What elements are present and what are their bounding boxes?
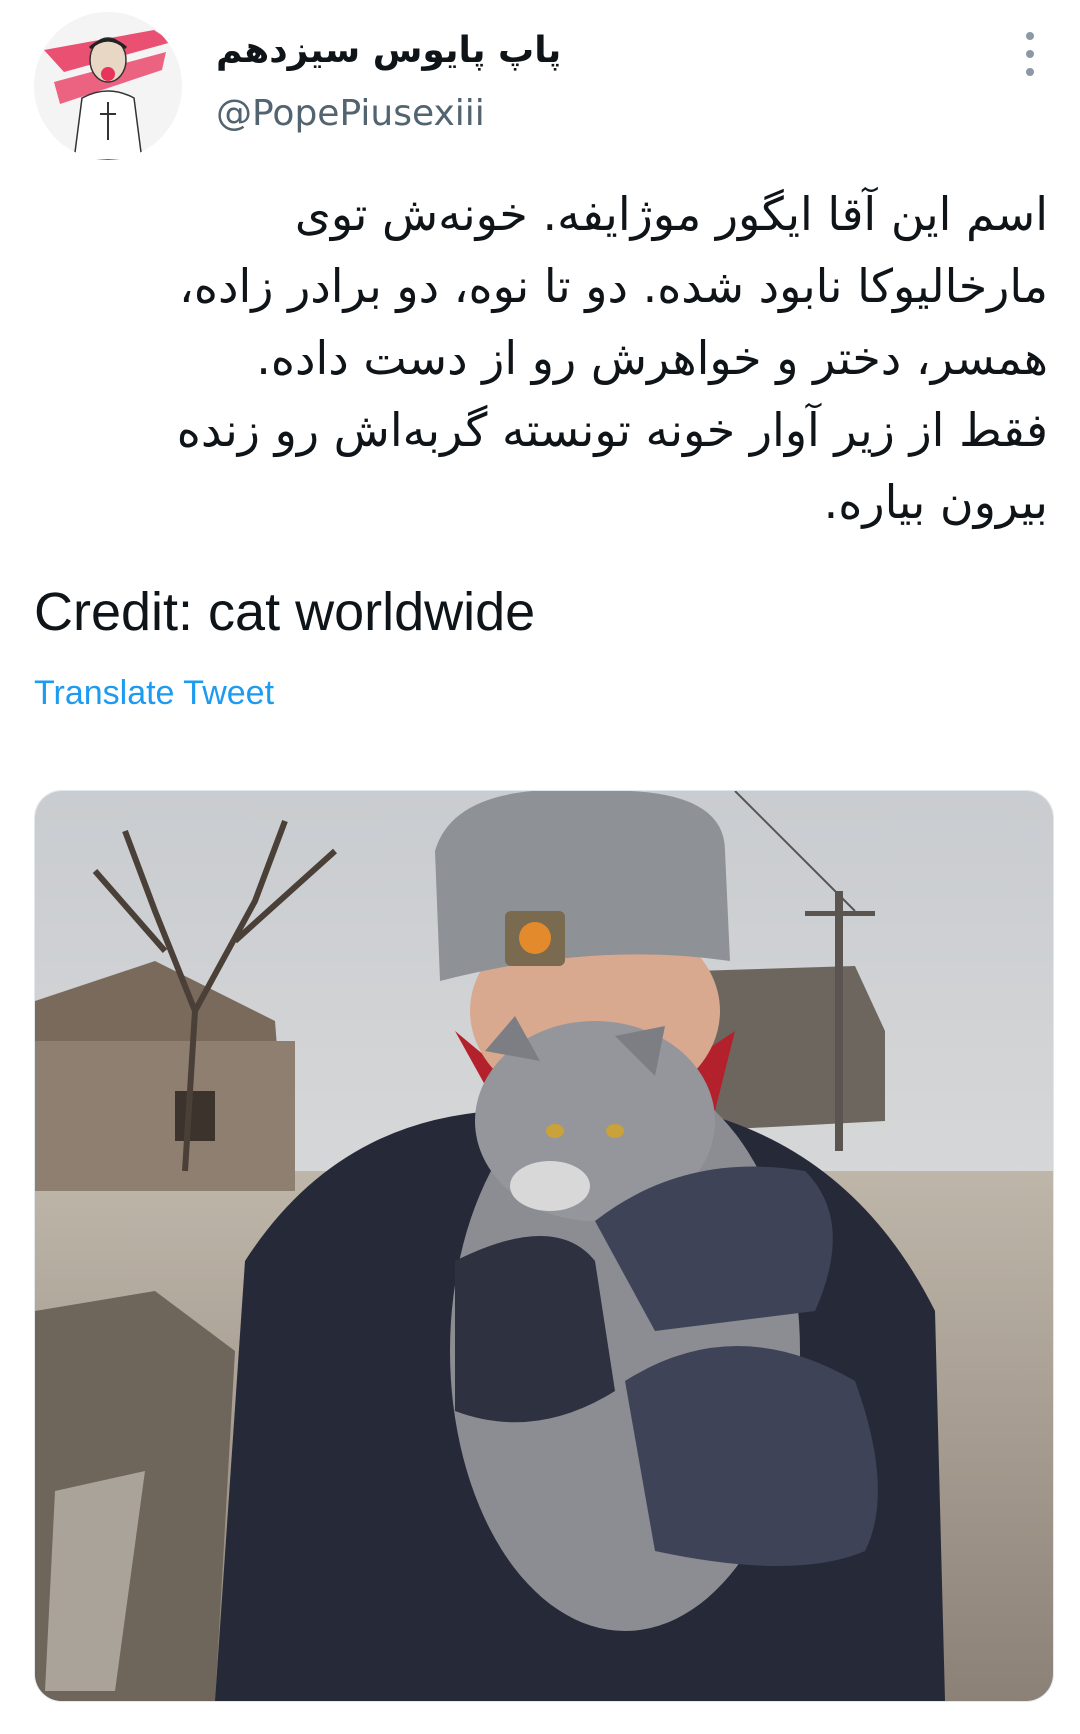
photo-man-holding-cat	[35, 791, 1053, 1701]
tweet-photo[interactable]	[34, 790, 1054, 1702]
tweet-text-line: فقط از زیر آوار خونه تونسته گربه‌اش رو ز…	[176, 403, 1048, 457]
user-handle[interactable]: @PopePiusexiii	[216, 92, 485, 136]
tweet-credit-line: Credit: cat worldwide	[34, 582, 536, 642]
more-vertical-icon-dot	[1026, 50, 1034, 58]
avatar-image	[34, 12, 182, 160]
tweet-text-line: اسم این آقا ایگور موژایفه. خونه‌ش توی	[294, 187, 1048, 241]
more-vertical-icon	[1026, 32, 1034, 40]
display-name[interactable]: پاپ پایوس سیزدهم	[216, 28, 561, 74]
tweet-text-line: همسر، دختر و خواهرش رو از دست داده.	[256, 331, 1048, 385]
avatar[interactable]	[34, 12, 182, 160]
tweet-text-line: مارخالیوکا نابود شده. دو تا نوه، دو براد…	[179, 259, 1048, 313]
tweet-text: اسم این آقا ایگور موژایفه. خونه‌ش توی ما…	[34, 178, 1048, 538]
tweet-text-line: بیرون بیاره.	[823, 475, 1048, 529]
translate-tweet-link[interactable]: Translate Tweet	[34, 672, 274, 714]
more-options-button[interactable]	[1010, 32, 1050, 76]
more-vertical-icon-dot	[1026, 68, 1034, 76]
